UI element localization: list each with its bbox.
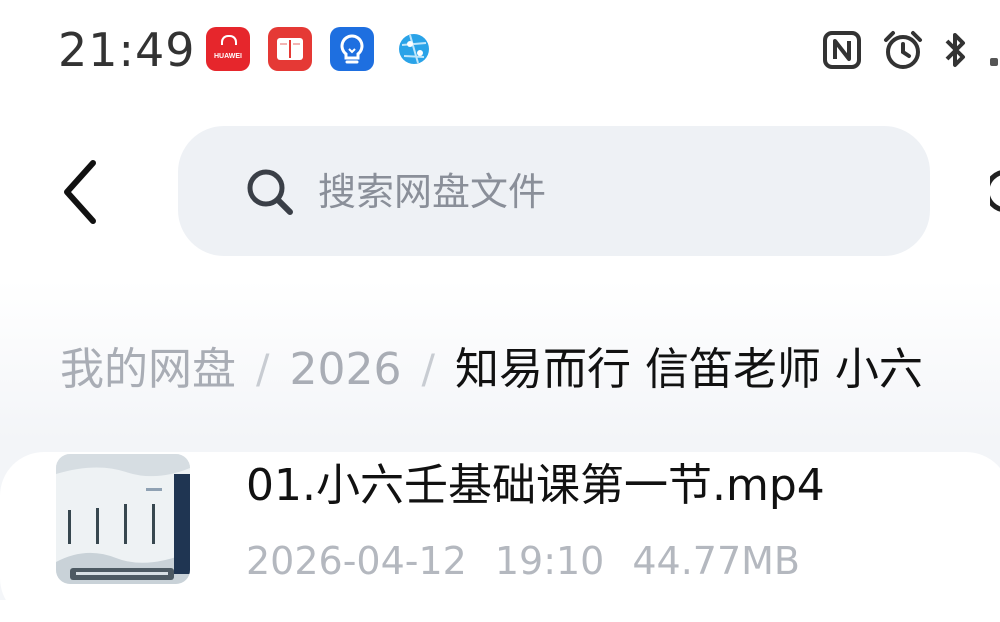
back-button[interactable] <box>50 152 110 232</box>
lightbulb-app-icon <box>330 27 374 71</box>
file-time: 19:10 <box>494 539 605 583</box>
alarm-icon <box>880 28 926 72</box>
huawei-icon-label: HUAWEI <box>214 52 242 60</box>
breadcrumb-item-root[interactable]: 我的网盘 <box>60 340 236 400</box>
book-app-icon <box>268 27 312 71</box>
file-name: 01.小六壬基础课第一节.mp4 <box>246 460 825 511</box>
network-globe-icon <box>396 31 432 67</box>
breadcrumb-item-year[interactable]: 2026 <box>289 340 401 400</box>
file-date: 2026-04-12 <box>246 539 467 583</box>
breadcrumb-separator: / <box>421 347 435 393</box>
signal-dot-icon <box>990 58 1000 68</box>
shopping-bag-icon <box>221 35 237 45</box>
search-icon <box>244 166 296 218</box>
breadcrumb-item-current: 知易而行 信笛老师 小六 <box>454 344 923 395</box>
nfc-icon <box>822 28 862 72</box>
breadcrumb: 我的网盘 / 2026 / 知易而行 信笛老师 小六 <box>60 340 923 400</box>
video-thumbnail[interactable] <box>56 454 190 584</box>
search-input[interactable] <box>318 164 878 220</box>
status-time: 21:49 <box>58 23 196 77</box>
file-meta: 2026-04-12 19:10 44.77MB <box>246 534 828 588</box>
bluetooth-icon <box>940 28 970 72</box>
file-size: 44.77MB <box>632 539 801 583</box>
search-bar[interactable] <box>178 126 930 256</box>
breadcrumb-separator: / <box>256 347 270 393</box>
huawei-appgallery-icon: HUAWEI <box>206 27 250 71</box>
partial-right-icon[interactable] <box>984 168 1000 214</box>
chevron-left-icon <box>64 160 96 224</box>
